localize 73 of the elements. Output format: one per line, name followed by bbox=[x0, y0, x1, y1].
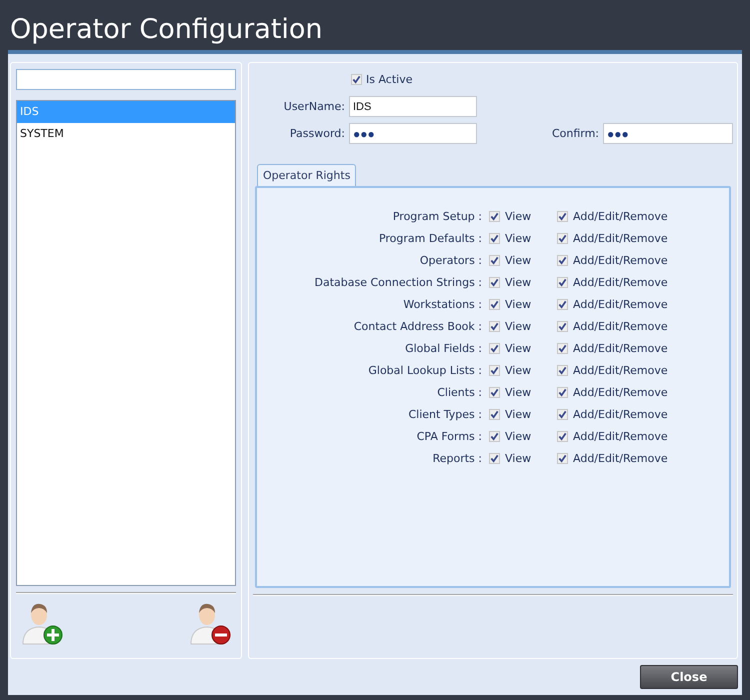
checkbox[interactable] bbox=[557, 277, 568, 288]
checkbox-label: Is Active bbox=[366, 73, 412, 86]
checkbox-label: View bbox=[505, 364, 532, 377]
checkbox[interactable] bbox=[557, 431, 568, 442]
window-title: Operator Configuration bbox=[10, 13, 323, 47]
checkbox[interactable] bbox=[557, 409, 568, 420]
checkbox[interactable] bbox=[557, 255, 568, 266]
checkbox-label: View bbox=[505, 320, 532, 333]
right-label: Global Lookup Lists : bbox=[367, 363, 483, 379]
checkbox-label: View bbox=[505, 254, 532, 267]
checkbox-label: Add/Edit/Remove bbox=[573, 210, 668, 223]
username-field[interactable]: IDS bbox=[349, 96, 477, 117]
checkbox[interactable] bbox=[489, 299, 500, 310]
checkbox[interactable] bbox=[351, 74, 362, 85]
checkbox[interactable] bbox=[557, 387, 568, 398]
checkbox[interactable] bbox=[489, 233, 500, 244]
checkbox[interactable] bbox=[489, 277, 500, 288]
checkbox[interactable] bbox=[489, 453, 500, 464]
checkbox-label: View bbox=[505, 408, 532, 421]
right-label: Workstations : bbox=[402, 297, 483, 313]
checkbox-label: View bbox=[505, 342, 532, 355]
right-label: Operators : bbox=[418, 253, 483, 269]
checkbox-label: Add/Edit/Remove bbox=[573, 320, 668, 333]
checkbox-label: Add/Edit/Remove bbox=[573, 276, 668, 289]
checkbox[interactable] bbox=[557, 343, 568, 354]
right-label: Global Fields : bbox=[404, 341, 483, 357]
field-label: UserName: bbox=[282, 100, 345, 113]
checkbox-label: Add/Edit/Remove bbox=[573, 430, 668, 443]
checkbox[interactable] bbox=[489, 343, 500, 354]
checkbox[interactable] bbox=[489, 409, 500, 420]
close-button[interactable]: Close bbox=[640, 665, 738, 689]
checkbox-label: Add/Edit/Remove bbox=[573, 298, 668, 311]
right-label: CPA Forms : bbox=[416, 429, 483, 445]
field-label: Password: bbox=[288, 127, 345, 140]
checkbox-label: View bbox=[505, 276, 532, 289]
checkbox[interactable] bbox=[557, 321, 568, 332]
checkbox[interactable] bbox=[489, 365, 500, 376]
checkbox-label: Add/Edit/Remove bbox=[573, 232, 668, 245]
checkbox[interactable] bbox=[489, 255, 500, 266]
checkbox-label: Add/Edit/Remove bbox=[573, 254, 668, 267]
right-label: Client Types : bbox=[407, 407, 483, 423]
checkbox-label: View bbox=[505, 210, 532, 223]
right-label: Program Setup : bbox=[392, 209, 483, 225]
checkbox-label: Add/Edit/Remove bbox=[573, 386, 668, 399]
right-label: Clients : bbox=[436, 385, 483, 401]
checkbox-label: View bbox=[505, 298, 532, 311]
checkbox-label: Add/Edit/Remove bbox=[573, 408, 668, 421]
checkbox-label: View bbox=[505, 430, 532, 443]
operator-item[interactable]: SYSTEM bbox=[17, 123, 235, 145]
checkbox-label: View bbox=[505, 452, 532, 465]
checkbox[interactable] bbox=[557, 365, 568, 376]
right-label: Reports : bbox=[432, 451, 483, 467]
right-label: Contact Address Book : bbox=[352, 319, 483, 335]
checkbox-label: View bbox=[505, 232, 532, 245]
checkbox[interactable] bbox=[489, 387, 500, 398]
checkbox-label: Add/Edit/Remove bbox=[573, 364, 668, 377]
password-field[interactable]: ●●● bbox=[349, 123, 477, 144]
search-field[interactable] bbox=[16, 69, 236, 90]
checkbox[interactable] bbox=[557, 299, 568, 310]
checkbox[interactable] bbox=[557, 211, 568, 222]
checkbox[interactable] bbox=[557, 233, 568, 244]
checkbox[interactable] bbox=[489, 211, 500, 222]
confirm-field[interactable]: ●●● bbox=[603, 123, 733, 144]
right-label: Database Connection Strings : bbox=[314, 275, 483, 291]
checkbox[interactable] bbox=[489, 431, 500, 442]
checkbox-label: Add/Edit/Remove bbox=[573, 342, 668, 355]
tab[interactable]: Operator Rights bbox=[257, 164, 356, 186]
checkbox[interactable] bbox=[489, 321, 500, 332]
right-label: Program Defaults : bbox=[378, 231, 483, 247]
checkbox-label: View bbox=[505, 386, 532, 399]
field-label: Confirm: bbox=[550, 127, 599, 140]
checkbox[interactable] bbox=[557, 453, 568, 464]
checkbox-label: Add/Edit/Remove bbox=[573, 452, 668, 465]
